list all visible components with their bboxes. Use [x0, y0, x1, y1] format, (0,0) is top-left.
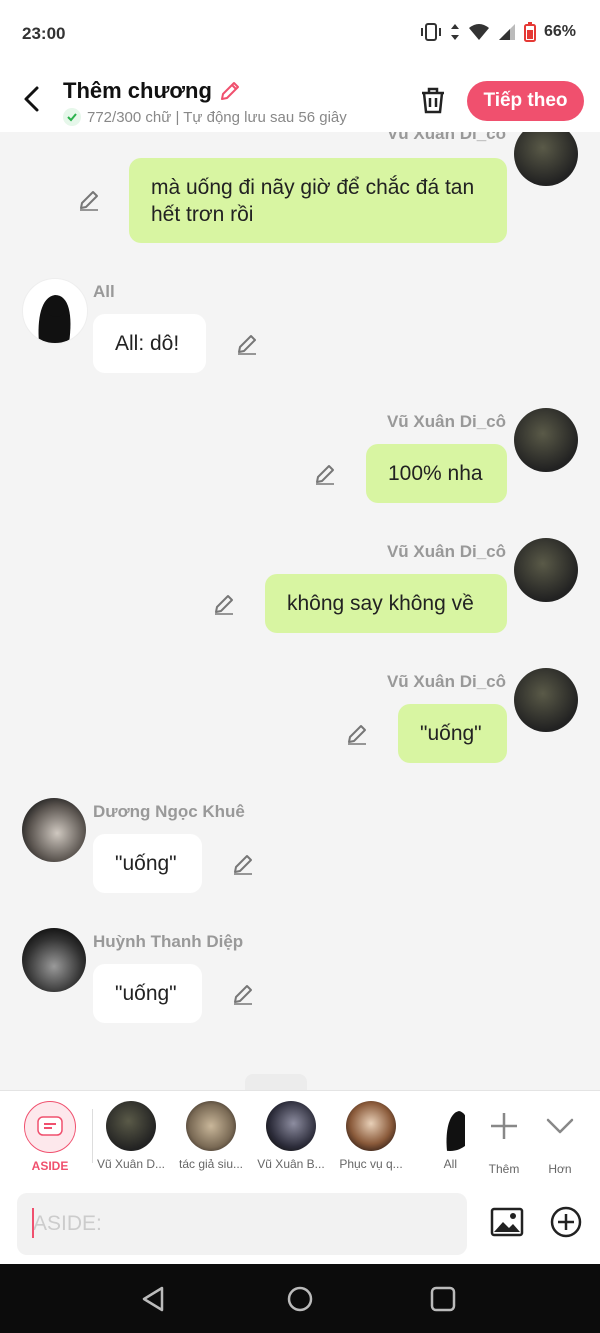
message-bubble[interactable]: All: dô!	[93, 314, 206, 373]
character-chip[interactable]: tác giả siu...	[175, 1101, 247, 1171]
text-cursor	[32, 1208, 34, 1238]
avatar	[186, 1101, 236, 1151]
message-text: "uống"	[420, 722, 482, 745]
message-bubble[interactable]: "uống"	[398, 704, 507, 763]
character-chip-label: Vũ Xuân D...	[96, 1157, 166, 1171]
message-sender-name: Vũ Xuân Di_cô	[386, 672, 506, 691]
chat-message: All All: dô!	[0, 272, 600, 382]
chat-message: Vũ Xuân Di_cô mà uống đi nãy giờ để chắc…	[0, 132, 600, 252]
chevron-down-icon	[546, 1118, 574, 1134]
autosave-text: 772/300 chữ | Tự động lưu sau 56 giây	[87, 108, 347, 126]
chat-message: Huỳnh Thanh Diệp "uống"	[0, 922, 600, 1032]
message-text: "uống"	[115, 982, 177, 1005]
message-bubble[interactable]: "uống"	[93, 834, 202, 893]
vibrate-icon	[420, 23, 441, 41]
edit-message-icon[interactable]	[231, 982, 255, 1006]
message-text: "uống"	[115, 852, 177, 875]
character-chip[interactable]: Phục vụ q...	[335, 1101, 407, 1171]
edit-message-icon[interactable]	[77, 188, 101, 212]
aside-avatar	[24, 1101, 76, 1153]
chat-message: Vũ Xuân Di_cô "uống"	[0, 662, 600, 772]
nav-home-icon[interactable]	[285, 1284, 315, 1314]
system-nav-bar	[0, 1264, 600, 1333]
data-arrows-icon	[450, 24, 459, 40]
plus-icon	[491, 1113, 517, 1139]
message-sender-name: Vũ Xuân Di_cô	[386, 132, 506, 143]
page-title: Thêm chương	[63, 78, 212, 103]
add-circle-icon[interactable]	[548, 1204, 584, 1240]
next-button[interactable]: Tiếp theo	[467, 81, 584, 121]
character-chip-label: All	[443, 1157, 457, 1171]
character-selector: ASIDE Vũ Xuân D... tác giả siu... Vũ Xuâ…	[0, 1090, 600, 1183]
drag-handle[interactable]	[245, 1074, 307, 1090]
aside-icon	[37, 1116, 63, 1136]
chat-area[interactable]: Vũ Xuân Di_cô mà uống đi nãy giờ để chắc…	[0, 132, 600, 1090]
divider	[92, 1109, 93, 1163]
avatar	[266, 1101, 316, 1151]
message-sender-name: Dương Ngọc Khuê	[93, 802, 245, 821]
status-icons: 66%	[420, 22, 576, 42]
nav-recents-icon[interactable]	[428, 1284, 458, 1314]
message-text: mà uống đi nãy giờ để chắc đá tan hết tr…	[151, 175, 475, 226]
chapter-title-group[interactable]: Thêm chương	[63, 78, 242, 104]
message-sender-name: All	[93, 282, 115, 301]
status-time: 23:00	[22, 24, 66, 43]
editor-header: Thêm chương 772/300 chữ | Tự động lưu sa…	[0, 70, 600, 132]
message-bubble[interactable]: 100% nha	[366, 444, 507, 503]
back-arrow-icon[interactable]	[18, 84, 48, 114]
check-icon	[63, 108, 81, 126]
avatar[interactable]	[22, 928, 86, 992]
character-chip-label: ASIDE	[31, 1159, 69, 1173]
character-chip[interactable]: All	[415, 1101, 465, 1171]
edit-message-icon[interactable]	[235, 332, 259, 356]
battery-icon	[523, 22, 536, 42]
message-bubble[interactable]: mà uống đi nãy giờ để chắc đá tan hết tr…	[129, 158, 507, 243]
wifi-icon	[468, 24, 489, 40]
chat-message: Vũ Xuân Di_cô không say không về	[0, 532, 600, 642]
edit-message-icon[interactable]	[212, 592, 236, 616]
character-chip-label: Vũ Xuân B...	[257, 1157, 325, 1171]
avatar	[106, 1101, 156, 1151]
chat-message: Dương Ngọc Khuê "uống"	[0, 792, 600, 902]
avatar[interactable]	[22, 278, 88, 344]
edit-title-icon[interactable]	[218, 79, 242, 103]
avatar[interactable]	[514, 132, 578, 186]
nav-back-icon[interactable]	[139, 1284, 169, 1314]
status-bar: 23:00 66%	[0, 0, 600, 70]
avatar[interactable]	[22, 798, 86, 862]
word-count-status: 772/300 chữ | Tự động lưu sau 56 giây	[63, 108, 347, 126]
avatar	[425, 1101, 465, 1151]
message-sender-name: Huỳnh Thanh Diệp	[93, 932, 244, 951]
image-icon[interactable]	[489, 1204, 525, 1240]
character-chip-aside[interactable]: ASIDE	[14, 1101, 86, 1173]
message-sender-name: Vũ Xuân Di_cô	[386, 412, 506, 431]
avatar[interactable]	[514, 408, 578, 472]
battery-percent: 66%	[543, 23, 576, 40]
character-chip[interactable]: Vũ Xuân D...	[95, 1101, 167, 1171]
edit-message-icon[interactable]	[345, 722, 369, 746]
signal-icon	[498, 24, 515, 40]
message-sender-name: Vũ Xuân Di_cô	[386, 542, 506, 561]
edit-message-icon[interactable]	[231, 852, 255, 876]
message-text: không say không về	[287, 592, 474, 615]
avatar[interactable]	[514, 668, 578, 732]
character-chip-label: Phục vụ q...	[339, 1157, 403, 1171]
character-chip-label: Hơn	[548, 1162, 572, 1176]
trash-icon[interactable]	[418, 85, 448, 115]
chat-message: Vũ Xuân Di_cô 100% nha	[0, 402, 600, 512]
edit-message-icon[interactable]	[313, 462, 337, 486]
character-chip-label: tác giả siu...	[178, 1157, 244, 1171]
message-input[interactable]	[17, 1193, 467, 1255]
message-text: 100% nha	[388, 462, 483, 485]
avatar	[346, 1101, 396, 1151]
message-bubble[interactable]: không say không về	[265, 574, 507, 633]
message-bubble[interactable]: "uống"	[93, 964, 202, 1023]
avatar[interactable]	[514, 538, 578, 602]
more-characters-button[interactable]: Hơn	[524, 1101, 596, 1176]
message-text: All: dô!	[115, 332, 180, 355]
character-chip[interactable]: Vũ Xuân B...	[255, 1101, 327, 1171]
